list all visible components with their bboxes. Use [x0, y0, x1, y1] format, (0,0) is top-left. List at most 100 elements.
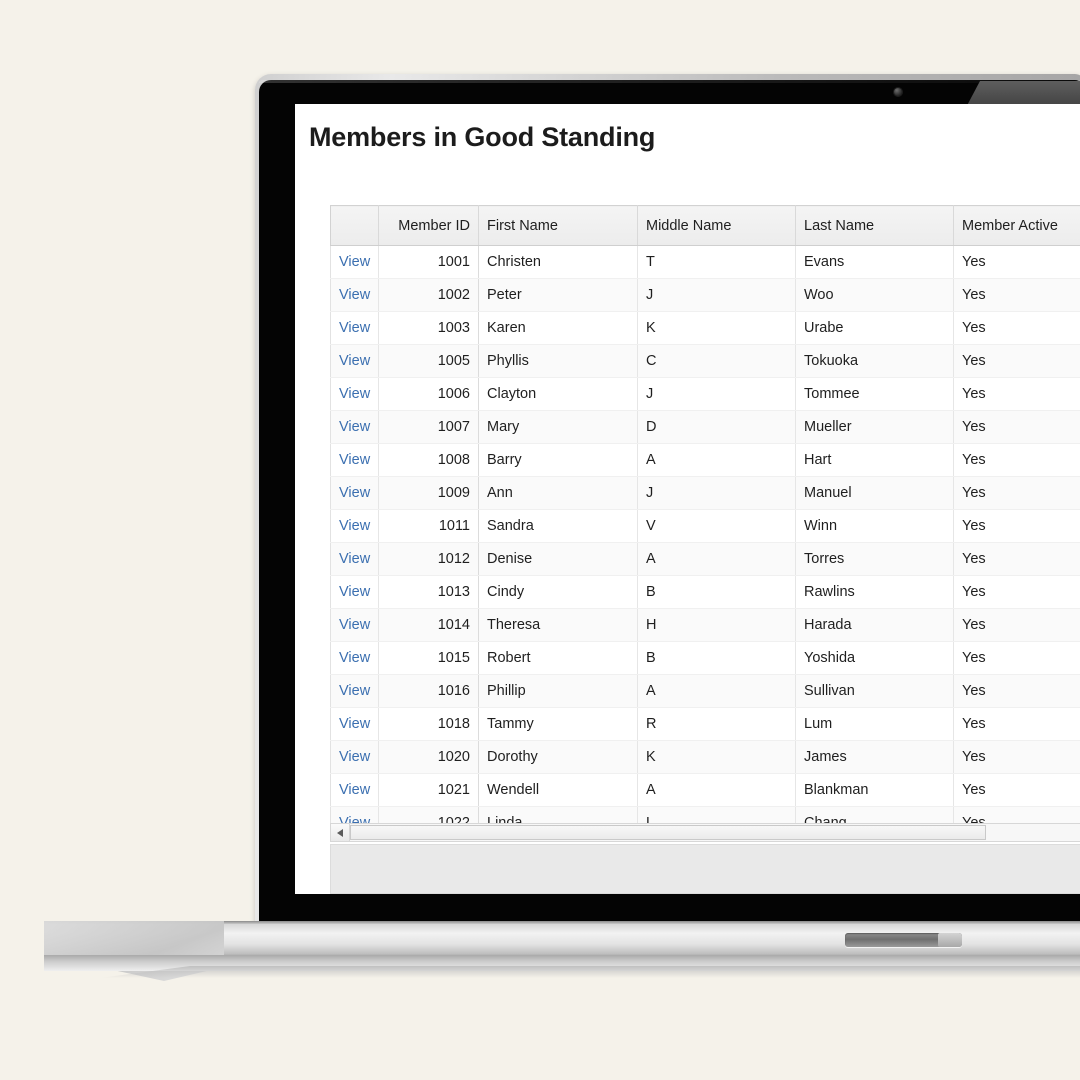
table-row: View 1014 Theresa H Harada Yes — [330, 608, 1080, 642]
cell-middle-name: R — [637, 707, 796, 741]
cell-member-active: Yes — [953, 311, 1080, 345]
laptop-base-shadow — [100, 966, 1080, 978]
view-link[interactable]: View — [339, 485, 370, 501]
laptop-device: Members in Good Standing Member ID First… — [0, 0, 1080, 1080]
table-row: View 1021 Wendell A Blankman Yes — [330, 773, 1080, 807]
cell-last-name: Torres — [795, 542, 954, 576]
cell-first-name: Ann — [478, 476, 638, 510]
screenshot-stage: Members in Good Standing Member ID First… — [0, 0, 1080, 1080]
table-row: View 1006 Clayton J Tommee Yes — [330, 377, 1080, 411]
view-link[interactable]: View — [339, 287, 370, 303]
cell-first-name: Clayton — [478, 377, 638, 411]
cell-view-action: View — [330, 311, 379, 345]
view-link[interactable]: View — [339, 254, 370, 270]
view-link[interactable]: View — [339, 716, 370, 732]
view-link[interactable]: View — [339, 419, 370, 435]
view-link[interactable]: View — [339, 452, 370, 468]
table-row: View 1008 Barry A Hart Yes — [330, 443, 1080, 477]
column-header-first-name[interactable]: First Name — [478, 205, 638, 246]
view-link[interactable]: View — [339, 584, 370, 600]
view-link[interactable]: View — [339, 683, 370, 699]
cell-last-name: Yoshida — [795, 641, 954, 675]
cell-first-name: Dorothy — [478, 740, 638, 774]
cell-middle-name: A — [637, 773, 796, 807]
view-link[interactable]: View — [339, 386, 370, 402]
cell-member-active: Yes — [953, 344, 1080, 378]
browser-viewport: Members in Good Standing Member ID First… — [295, 104, 1080, 894]
cell-middle-name: A — [637, 674, 796, 708]
cell-middle-name: V — [637, 509, 796, 543]
cell-view-action: View — [330, 443, 379, 477]
cell-last-name: Tommee — [795, 377, 954, 411]
view-link[interactable]: View — [339, 551, 370, 567]
cell-member-active: Yes — [953, 410, 1080, 444]
column-header-middle-name[interactable]: Middle Name — [637, 205, 796, 246]
cell-member-active: Yes — [953, 245, 1080, 279]
cell-member-id: 1018 — [378, 707, 479, 741]
cell-member-id: 1008 — [378, 443, 479, 477]
cell-member-id: 1001 — [378, 245, 479, 279]
cell-middle-name: J — [637, 278, 796, 312]
cell-last-name: Manuel — [795, 476, 954, 510]
cell-middle-name: T — [637, 245, 796, 279]
cell-first-name: Cindy — [478, 575, 638, 609]
view-link[interactable]: View — [339, 353, 370, 369]
cell-first-name: Robert — [478, 641, 638, 675]
cell-view-action: View — [330, 278, 379, 312]
scrollbar-thumb[interactable] — [350, 825, 986, 840]
cell-member-active: Yes — [953, 509, 1080, 543]
view-link[interactable]: View — [339, 650, 370, 666]
cell-member-active: Yes — [953, 707, 1080, 741]
cell-view-action: View — [330, 707, 379, 741]
cell-last-name: Sullivan — [795, 674, 954, 708]
cell-first-name: Theresa — [478, 608, 638, 642]
cell-middle-name: H — [637, 608, 796, 642]
table-row: View 1020 Dorothy K James Yes — [330, 740, 1080, 774]
webcam-icon — [894, 88, 902, 96]
cell-view-action: View — [330, 674, 379, 708]
cell-middle-name: D — [637, 410, 796, 444]
cell-member-active: Yes — [953, 377, 1080, 411]
cell-member-id: 1003 — [378, 311, 479, 345]
horizontal-scrollbar[interactable] — [330, 823, 1080, 842]
cell-view-action: View — [330, 608, 379, 642]
view-link[interactable]: View — [339, 617, 370, 633]
view-link[interactable]: View — [339, 782, 370, 798]
cell-first-name: Phyllis — [478, 344, 638, 378]
cell-middle-name: J — [637, 476, 796, 510]
table-row: View 1012 Denise A Torres Yes — [330, 542, 1080, 576]
cell-member-active: Yes — [953, 542, 1080, 576]
cell-first-name: Christen — [478, 245, 638, 279]
cell-last-name: Evans — [795, 245, 954, 279]
cell-member-active: Yes — [953, 575, 1080, 609]
cell-member-id: 1014 — [378, 608, 479, 642]
column-header-member-active[interactable]: Member Active — [953, 205, 1080, 246]
cell-last-name: Hart — [795, 443, 954, 477]
view-link[interactable]: View — [339, 749, 370, 765]
column-header-last-name[interactable]: Last Name — [795, 205, 954, 246]
cell-view-action: View — [330, 410, 379, 444]
scrollbar-track[interactable] — [350, 824, 1080, 841]
cell-middle-name: K — [637, 740, 796, 774]
cell-member-id: 1016 — [378, 674, 479, 708]
cell-last-name: Blankman — [795, 773, 954, 807]
scroll-left-button[interactable] — [331, 824, 350, 841]
cell-middle-name: K — [637, 311, 796, 345]
table-row: View 1002 Peter J Woo Yes — [330, 278, 1080, 312]
cell-member-active: Yes — [953, 773, 1080, 807]
cell-member-id: 1013 — [378, 575, 479, 609]
cell-last-name: Mueller — [795, 410, 954, 444]
cell-last-name: Urabe — [795, 311, 954, 345]
cell-member-active: Yes — [953, 443, 1080, 477]
cell-view-action: View — [330, 476, 379, 510]
cell-middle-name: J — [637, 377, 796, 411]
cell-first-name: Denise — [478, 542, 638, 576]
table-row: View 1016 Phillip A Sullivan Yes — [330, 674, 1080, 708]
cell-middle-name: C — [637, 344, 796, 378]
column-header-member-id[interactable]: Member ID — [378, 205, 479, 246]
triangle-left-icon — [337, 828, 343, 837]
cell-last-name: Winn — [795, 509, 954, 543]
column-header-view[interactable] — [330, 205, 379, 246]
view-link[interactable]: View — [339, 518, 370, 534]
view-link[interactable]: View — [339, 320, 370, 336]
